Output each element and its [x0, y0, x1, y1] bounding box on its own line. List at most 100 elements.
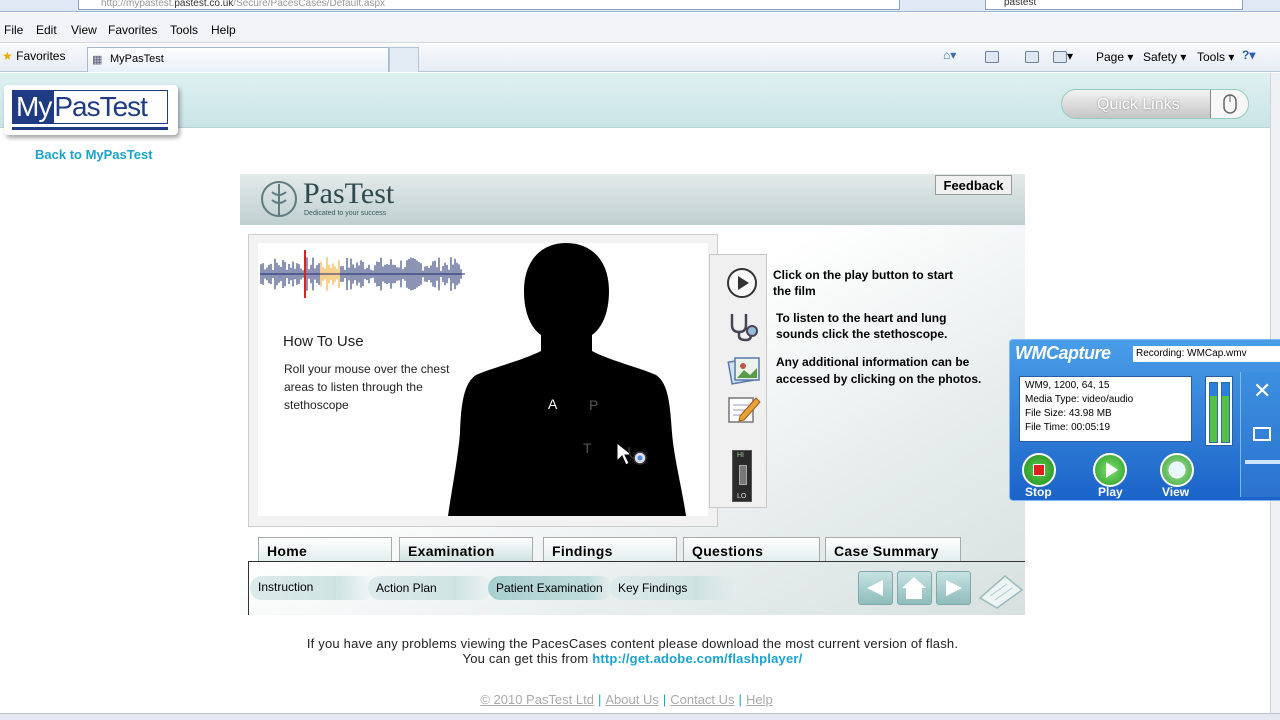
- notes-icon[interactable]: [726, 392, 762, 426]
- home-icon[interactable]: ⌂▾: [943, 48, 956, 62]
- chest-area-a[interactable]: A: [548, 396, 557, 412]
- wmcapture-window: WMCapture Recording: WMCap.wmv WM9, 1200…: [1009, 339, 1280, 501]
- play-icon[interactable]: [726, 267, 759, 300]
- menu-view[interactable]: View: [71, 23, 97, 37]
- address-prefix: http://mypastest.: [101, 0, 175, 9]
- search-input[interactable]: pastest: [985, 0, 1243, 10]
- about-us-link[interactable]: About Us: [605, 692, 658, 707]
- menu-favorites[interactable]: Favorites: [108, 23, 157, 37]
- heart-sound-waveform: [260, 250, 465, 298]
- document-icon[interactable]: [975, 570, 1025, 610]
- mouse-icon: [1210, 90, 1248, 118]
- info-format: WM9, 1200, 64, 15: [1025, 380, 1110, 391]
- chest-area-t[interactable]: T: [583, 440, 592, 456]
- instruction-stethoscope: To listen to the heart and lung sounds c…: [776, 311, 948, 341]
- flash-line-2: You can get this from http://get.adobe.c…: [0, 651, 1265, 666]
- menu-help[interactable]: Help: [211, 23, 236, 37]
- stethoscope-icon[interactable]: [726, 311, 760, 343]
- logo-pastest: PasTest: [54, 91, 148, 122]
- play-record-button[interactable]: [1093, 453, 1127, 487]
- pastest-brand: PasTest Dedicated to your success: [258, 177, 418, 222]
- page-icon: ▦: [92, 54, 103, 66]
- chest-area-p[interactable]: P: [589, 397, 598, 413]
- wmcapture-title: WMCapture: [1015, 343, 1111, 363]
- print-icon[interactable]: ▾: [1053, 49, 1073, 63]
- view-label: View: [1162, 485, 1190, 499]
- favorites-button[interactable]: ★ Favorites: [2, 49, 65, 63]
- favorites-bar: ★ Favorites ▦ MyPasTest ⌂▾ ▾ Page ▾ Safet…: [0, 44, 1280, 72]
- stop-button[interactable]: [1022, 453, 1056, 487]
- safety-menu[interactable]: Safety ▾: [1143, 50, 1186, 64]
- address-domain: pastest.co.uk: [174, 0, 234, 9]
- page-menu[interactable]: Page ▾: [1096, 50, 1133, 64]
- tools-menu[interactable]: Tools ▾: [1197, 50, 1234, 64]
- mypastest-logo[interactable]: My PasTest: [4, 85, 178, 135]
- star-icon: ★: [2, 49, 13, 63]
- slider-track[interactable]: [1245, 460, 1280, 464]
- home-nav-button[interactable]: [897, 571, 932, 605]
- status-bar: [0, 713, 1280, 720]
- footer-links: © 2010 PasTest Ltd | About Us | Contact Us | H…: [0, 692, 1253, 707]
- stop-icon: [1033, 464, 1045, 476]
- photos-icon[interactable]: [726, 352, 762, 388]
- new-tab-button[interactable]: [389, 47, 419, 72]
- feeds-icon[interactable]: [985, 49, 999, 63]
- volume-lo-label: LO: [737, 493, 747, 500]
- address-input[interactable]: http://mypastest.pastest.co.uk/Secure/Pa…: [78, 0, 900, 10]
- recording-filename: Recording: WMCap.wmv: [1133, 346, 1280, 362]
- tab-examination[interactable]: Examination: [399, 537, 533, 562]
- tab-findings[interactable]: Findings: [543, 537, 677, 562]
- back-to-mypastest-link[interactable]: Back to MyPasTest: [35, 147, 153, 162]
- menu-edit[interactable]: Edit: [36, 23, 57, 37]
- subtab-key-findings[interactable]: Key Findings: [610, 576, 735, 600]
- tab-title: MyPasTest: [110, 53, 164, 65]
- patient-silhouette[interactable]: [446, 243, 691, 516]
- footer-separator: |: [662, 692, 667, 707]
- info-media-type: Media Type: video/audio: [1025, 394, 1134, 405]
- footer-separator: |: [738, 692, 742, 707]
- menu-tools[interactable]: Tools: [170, 23, 198, 37]
- brand-tagline: Dedicated to your success: [304, 210, 387, 217]
- browser-tab-mypastest[interactable]: ▦ MyPasTest: [87, 47, 389, 72]
- subtab-action-plan[interactable]: Action Plan: [368, 576, 493, 600]
- logo-wordmark: My PasTest: [12, 90, 168, 124]
- menu-file[interactable]: File: [4, 23, 23, 37]
- level-bar-right: [1221, 382, 1230, 443]
- next-button[interactable]: [936, 571, 971, 605]
- screen: http://mypastest.pastest.co.uk/Secure/Pa…: [0, 0, 1280, 720]
- window-icon[interactable]: [1253, 427, 1271, 441]
- tab-questions[interactable]: Questions: [683, 537, 820, 562]
- copyright-link[interactable]: © 2010 PasTest Ltd: [480, 692, 594, 707]
- favorites-label: Favorites: [16, 49, 66, 63]
- contact-us-link[interactable]: Contact Us: [670, 692, 734, 707]
- quick-links-button[interactable]: Quick Links: [1061, 89, 1249, 119]
- caduceus-icon: [261, 181, 297, 217]
- tab-home[interactable]: Home: [258, 537, 392, 562]
- help-link[interactable]: Help: [746, 692, 773, 707]
- tools-icon[interactable]: ✕: [1253, 378, 1271, 404]
- quick-links-label: Quick Links: [1097, 96, 1180, 113]
- feedback-button[interactable]: Feedback: [935, 175, 1012, 195]
- help-icon[interactable]: ?▾: [1242, 48, 1255, 62]
- instruction-play: Click on the play button to start the fi…: [773, 268, 954, 298]
- how-to-use-title: How To Use: [283, 333, 364, 350]
- volume-slider[interactable]: HI LO: [732, 450, 752, 502]
- subtab-instruction[interactable]: Instruction: [250, 576, 375, 600]
- volume-track: [739, 465, 747, 485]
- tab-case-summary[interactable]: Case Summary: [825, 537, 961, 562]
- mail-icon[interactable]: [1025, 49, 1039, 63]
- footer-separator: |: [597, 692, 602, 707]
- flash-line-1: If you have any problems viewing the Pac…: [306, 636, 959, 651]
- previous-button[interactable]: [858, 571, 893, 605]
- level-bar-left: [1209, 382, 1218, 443]
- flash-download-link[interactable]: http://get.adobe.com/flashplayer/: [592, 651, 802, 666]
- instruction-photos: Any additional information can be access…: [776, 355, 982, 386]
- play-icon: [1106, 462, 1118, 478]
- view-button[interactable]: [1160, 453, 1194, 487]
- tab-divider: [248, 561, 1025, 562]
- info-file-time: File Time: 00:05:19: [1025, 422, 1111, 433]
- play-label: Play: [1098, 485, 1123, 499]
- wmcapture-side-panel: ✕: [1240, 372, 1280, 497]
- subtab-patient-examination[interactable]: Patient Examination: [488, 576, 613, 600]
- flash-line-2-prefix: You can get this from: [462, 651, 589, 666]
